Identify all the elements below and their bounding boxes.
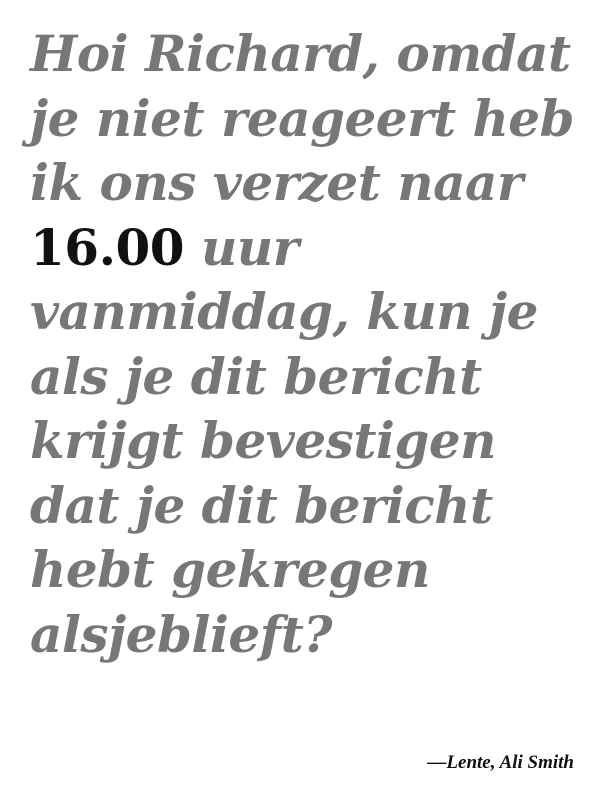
quote-line-5: vanmiddag, kun je: [30, 282, 538, 341]
quote-line-8: dat je dit bericht: [30, 475, 493, 535]
quote-line-6: als je dit bericht: [30, 346, 482, 406]
quote-line-10: alsjeblieft?: [30, 604, 333, 664]
quote-line-4-rest: uur: [201, 217, 299, 277]
quote-line-4: 16.00 uur: [30, 216, 590, 281]
page: Hoi Richard, omdat je niet reageert heb …: [0, 0, 600, 800]
quote-line-3: ik ons verzet naar: [30, 153, 523, 212]
quote-block: Hoi Richard, omdat je niet reageert heb …: [30, 22, 590, 667]
quote-line-7: krijgt bevestigen: [30, 411, 497, 470]
quote-line-1: Hoi Richard, omdat: [30, 24, 571, 83]
quote-line-9: hebt gekregen: [30, 540, 430, 599]
quote-time-emphasis: 16.00: [30, 217, 185, 277]
quote-line-2: je niet reageert heb: [30, 88, 575, 148]
attribution: —Lente, Ali Smith: [427, 752, 574, 773]
